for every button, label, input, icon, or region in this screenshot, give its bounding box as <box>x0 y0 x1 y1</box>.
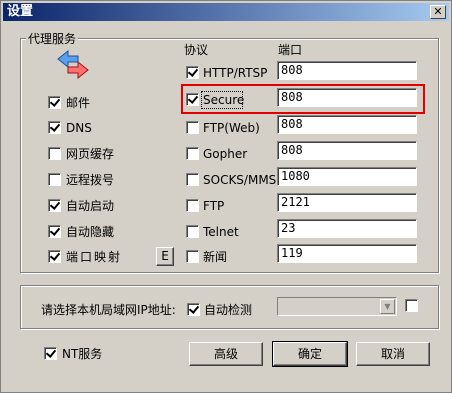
dns-label: DNS <box>66 121 92 135</box>
telnet-checkbox[interactable] <box>186 225 199 238</box>
advanced-button[interactable]: 高级 <box>189 342 263 366</box>
window-title: 设置 <box>7 4 34 19</box>
auto-hide-label: 自动隐藏 <box>66 225 115 239</box>
ok-button[interactable]: 确定 <box>272 341 348 367</box>
port-map-label: 端口映射 <box>66 250 123 264</box>
web-cache-label: 网页缓存 <box>66 147 115 161</box>
close-button[interactable]: ✕ <box>430 5 446 19</box>
telnet-label: Telnet <box>203 225 239 239</box>
auto-start-label: 自动启动 <box>66 199 115 213</box>
news-label: 新闻 <box>203 250 228 264</box>
lan-ip-label: 请选择本机局域网IP地址: <box>41 303 176 317</box>
title-bar[interactable]: 设置 ✕ <box>3 3 449 21</box>
nt-service-checkbox[interactable] <box>44 347 57 360</box>
web-cache-checkbox[interactable] <box>48 147 61 160</box>
settings-dialog: 设置 ✕ 代理服务 邮件 DNS 网页缓存 远程拨号 自动启动 自动隐藏 端口映… <box>0 0 452 393</box>
protocol-header: 协议 <box>184 43 209 57</box>
ftp-web-port-input[interactable]: 808 <box>277 115 417 134</box>
gopher-label: Gopher <box>203 147 248 161</box>
http-rtsp-checkbox[interactable] <box>186 66 199 79</box>
news-port-input[interactable]: 119 <box>277 244 417 263</box>
ftp-port-input[interactable]: 2121 <box>277 193 417 212</box>
auto-detect-label: 自动检测 <box>204 303 253 317</box>
lan-extra-checkbox[interactable] <box>405 299 418 312</box>
secure-label: Secure <box>203 93 245 107</box>
close-icon: ✕ <box>433 5 443 18</box>
ftp-web-label: FTP(Web) <box>203 121 260 135</box>
news-checkbox[interactable] <box>186 250 199 263</box>
secure-checkbox[interactable] <box>186 93 199 106</box>
mail-label: 邮件 <box>66 96 91 110</box>
http-rtsp-label: HTTP/RTSP <box>203 66 268 80</box>
telnet-port-input[interactable]: 23 <box>277 219 417 238</box>
gopher-port-input[interactable]: 808 <box>277 141 417 160</box>
ftp-checkbox[interactable] <box>186 199 199 212</box>
ip-address-select[interactable]: ▼ <box>277 297 397 316</box>
auto-hide-checkbox[interactable] <box>48 225 61 238</box>
auto-start-checkbox[interactable] <box>48 199 61 212</box>
proxy-arrows-icon <box>57 50 89 80</box>
port-map-checkbox[interactable] <box>48 250 61 263</box>
cancel-button[interactable]: 取消 <box>356 342 430 366</box>
socks-mms-checkbox[interactable] <box>186 173 199 186</box>
ftp-label: FTP <box>203 199 225 213</box>
gopher-checkbox[interactable] <box>186 147 199 160</box>
auto-detect-checkbox[interactable] <box>187 303 200 316</box>
socks-mms-port-input[interactable]: 1080 <box>277 167 417 186</box>
mail-checkbox[interactable] <box>48 96 61 109</box>
remote-dial-checkbox[interactable] <box>48 173 61 186</box>
http-rtsp-port-input[interactable]: 808 <box>277 61 417 80</box>
port-header: 端口 <box>278 43 303 57</box>
nt-service-label: NT服务 <box>62 347 103 361</box>
chevron-down-icon[interactable]: ▼ <box>380 299 395 314</box>
port-map-edit-button[interactable]: E <box>156 247 174 266</box>
socks-mms-label: SOCKS/MMS <box>203 173 277 187</box>
proxy-group-legend: 代理服务 <box>26 30 79 47</box>
dns-checkbox[interactable] <box>48 121 61 134</box>
secure-port-input[interactable]: 808 <box>277 88 417 107</box>
remote-dial-label: 远程拨号 <box>66 173 115 187</box>
ftp-web-checkbox[interactable] <box>186 121 199 134</box>
